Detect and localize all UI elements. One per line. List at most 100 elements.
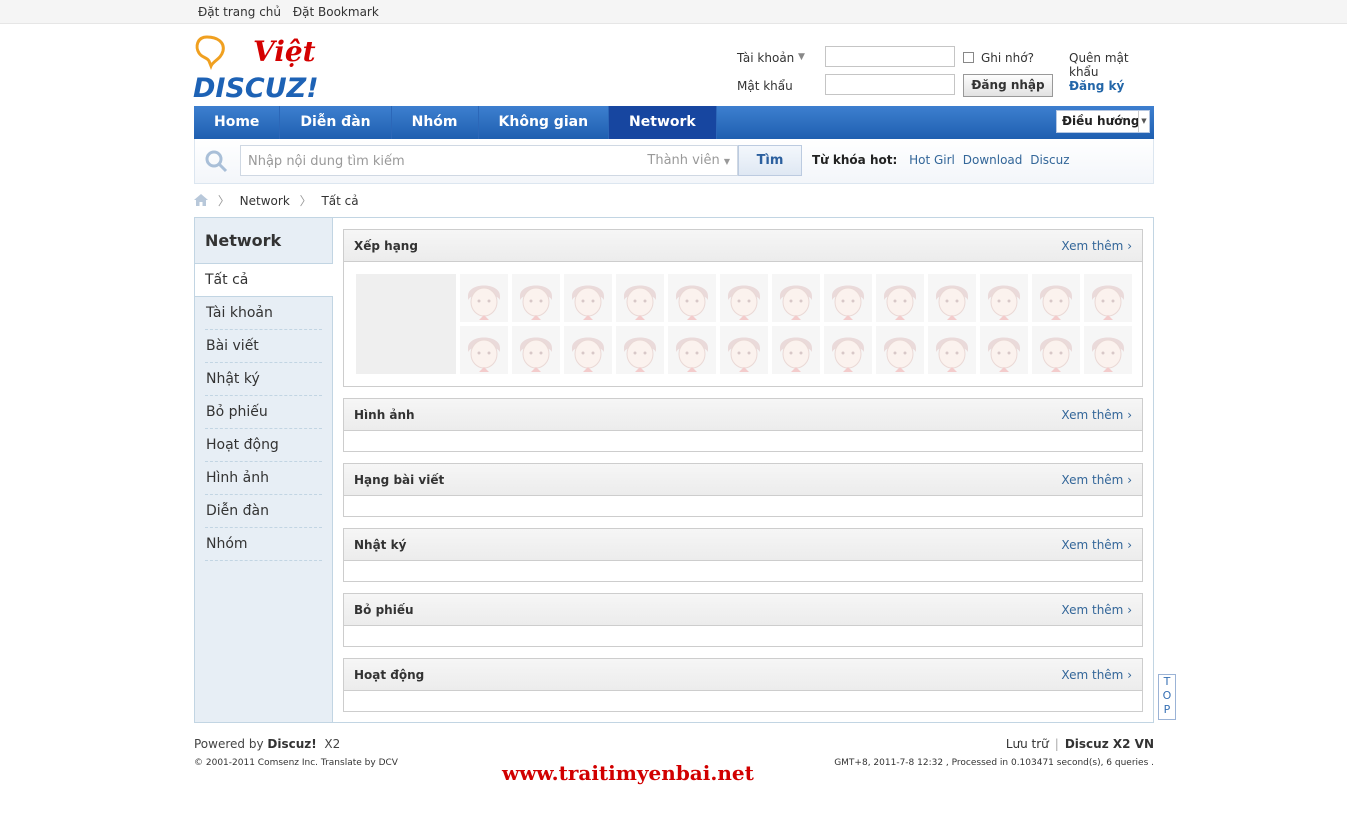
more-link[interactable]: Xem thêm › xyxy=(1061,538,1132,552)
member-avatar[interactable] xyxy=(928,274,976,322)
archive-link[interactable]: Lưu trữ xyxy=(1006,737,1049,751)
logo-accent: Việt xyxy=(253,35,316,68)
sidebar-item-forum[interactable]: Diễn đàn xyxy=(205,495,322,528)
translator-link[interactable]: DCV xyxy=(379,758,398,768)
footer-copyright: © 2001-2011 Comsenz Inc. Translate by DC… xyxy=(194,758,398,768)
footer-brand-link[interactable]: Discuz! xyxy=(267,737,316,751)
sidebar-item-groups[interactable]: Nhóm xyxy=(205,528,322,561)
member-avatar[interactable] xyxy=(616,274,664,322)
edition-link[interactable]: Discuz X2 VN xyxy=(1065,737,1154,751)
sidebar-item-activities[interactable]: Hoạt động xyxy=(205,429,322,462)
member-avatar[interactable] xyxy=(772,274,820,322)
bookmark-link[interactable]: Đặt Bookmark xyxy=(293,5,379,19)
search-bar: Nhập nội dung tìm kiếm Thành viên ▼ Tìm … xyxy=(194,139,1154,184)
member-avatar[interactable] xyxy=(1084,326,1132,374)
remember-checkbox[interactable] xyxy=(963,52,974,63)
more-link[interactable]: Xem thêm › xyxy=(1061,603,1132,617)
panel-title: Hạng bài viết xyxy=(354,473,445,487)
nav-network[interactable]: Network xyxy=(609,106,717,139)
member-avatar[interactable] xyxy=(876,326,924,374)
panel-title: Bỏ phiếu xyxy=(354,603,414,617)
breadcrumb-network[interactable]: Network xyxy=(240,194,290,208)
footer-stats: GMT+8, 2011-7-8 12:32 , Processed in 0.1… xyxy=(834,758,1154,768)
hot-keyword-link[interactable]: Hot Girl xyxy=(909,153,955,167)
jump-menu[interactable]: Điều hướng ▼ xyxy=(1056,110,1150,133)
password-label: Mật khẩu xyxy=(737,79,793,93)
member-avatar[interactable] xyxy=(460,326,508,374)
member-avatar[interactable] xyxy=(720,274,768,322)
nav-home[interactable]: Home xyxy=(194,106,281,139)
post-ranking-panel: Hạng bài viết Xem thêm › xyxy=(343,463,1143,517)
member-avatar[interactable] xyxy=(824,274,872,322)
member-avatar[interactable] xyxy=(512,326,560,374)
member-avatar[interactable] xyxy=(512,274,560,322)
sidebar-item-accounts[interactable]: Tài khoản xyxy=(205,297,322,330)
nav-group[interactable]: Nhóm xyxy=(392,106,479,139)
site-logo[interactable]: Việt DISCUZ! xyxy=(193,33,323,104)
member-avatar[interactable] xyxy=(668,274,716,322)
blogs-panel: Nhật ký Xem thêm › xyxy=(343,528,1143,582)
search-scope-select[interactable]: Thành viên ▼ xyxy=(647,153,730,168)
footer-links: Lưu trữ | Discuz X2 VN xyxy=(1005,737,1154,751)
search-icon xyxy=(205,150,228,173)
member-avatar[interactable] xyxy=(564,274,612,322)
member-avatar[interactable] xyxy=(980,274,1028,322)
sidebar-item-polls[interactable]: Bỏ phiếu xyxy=(205,396,322,429)
hot-keyword-link[interactable]: Discuz xyxy=(1030,153,1069,167)
sidebar-item-posts[interactable]: Bài viết xyxy=(205,330,322,363)
search-placeholder: Nhập nội dung tìm kiếm xyxy=(248,154,405,169)
account-dropdown-icon[interactable]: ▼ xyxy=(798,52,805,62)
nav-forum[interactable]: Diễn đàn xyxy=(280,106,392,139)
remember-label: Ghi nhớ? xyxy=(981,51,1034,65)
set-homepage-link[interactable]: Đặt trang chủ xyxy=(198,5,281,19)
more-link[interactable]: Xem thêm › xyxy=(1061,473,1132,487)
breadcrumb: 〉 Network 〉 Tất cả xyxy=(194,192,359,209)
search-button[interactable]: Tìm xyxy=(738,145,802,176)
jump-menu-label: Điều hướng xyxy=(1062,114,1140,128)
activities-panel: Hoạt động Xem thêm › xyxy=(343,658,1143,712)
footer-powered: Powered by Discuz! X2 xyxy=(194,737,341,751)
sidebar: Network Tất cả Tài khoản Bài viết Nhật k… xyxy=(195,218,333,722)
member-avatar[interactable] xyxy=(772,326,820,374)
top-bar: Đặt trang chủ Đặt Bookmark xyxy=(0,0,1347,24)
member-avatar[interactable] xyxy=(1032,274,1080,322)
member-avatar[interactable] xyxy=(1084,274,1132,322)
member-avatar[interactable] xyxy=(980,326,1028,374)
search-input[interactable]: Nhập nội dung tìm kiếm Thành viên ▼ xyxy=(240,145,738,176)
breadcrumb-current: Tất cả xyxy=(321,194,359,208)
photos-panel: Hình ảnh Xem thêm › xyxy=(343,398,1143,452)
account-label: Tài khoản xyxy=(737,51,795,65)
member-avatar[interactable] xyxy=(928,326,976,374)
nav-space[interactable]: Không gian xyxy=(479,106,610,139)
sidebar-item-photos[interactable]: Hình ảnh xyxy=(205,462,322,495)
forgot-password-link[interactable]: Quên mật khẩu xyxy=(1069,51,1157,79)
member-avatar[interactable] xyxy=(876,274,924,322)
sidebar-item-blogs[interactable]: Nhật ký xyxy=(205,363,322,396)
featured-avatar[interactable] xyxy=(356,274,456,374)
member-avatar[interactable] xyxy=(460,274,508,322)
panel-title: Nhật ký xyxy=(354,538,407,552)
hot-keyword-link[interactable]: Download xyxy=(963,153,1023,167)
chevron-down-icon: ▼ xyxy=(1138,111,1149,132)
company-link[interactable]: Comsenz Inc. xyxy=(258,758,318,768)
polls-panel: Bỏ phiếu Xem thêm › xyxy=(343,593,1143,647)
logo-text: DISCUZ! xyxy=(193,73,319,101)
sidebar-item-all[interactable]: Tất cả xyxy=(195,264,333,297)
member-avatar[interactable] xyxy=(616,326,664,374)
main-nav: Home Diễn đàn Nhóm Không gian Network Đi… xyxy=(194,106,1154,139)
home-icon[interactable] xyxy=(194,194,208,206)
member-avatar[interactable] xyxy=(720,326,768,374)
back-to-top-button[interactable]: TOP xyxy=(1158,674,1176,720)
more-link[interactable]: Xem thêm › xyxy=(1061,408,1132,422)
password-input[interactable] xyxy=(825,74,955,95)
more-link[interactable]: Xem thêm › xyxy=(1061,239,1132,253)
register-link[interactable]: Đăng ký xyxy=(1069,79,1124,93)
member-avatar[interactable] xyxy=(824,326,872,374)
login-button[interactable]: Đăng nhập xyxy=(963,74,1053,97)
more-link[interactable]: Xem thêm › xyxy=(1061,668,1132,682)
member-avatar[interactable] xyxy=(564,326,612,374)
member-avatar[interactable] xyxy=(668,326,716,374)
sidebar-title: Network xyxy=(195,218,332,264)
account-input[interactable] xyxy=(825,46,955,67)
member-avatar[interactable] xyxy=(1032,326,1080,374)
